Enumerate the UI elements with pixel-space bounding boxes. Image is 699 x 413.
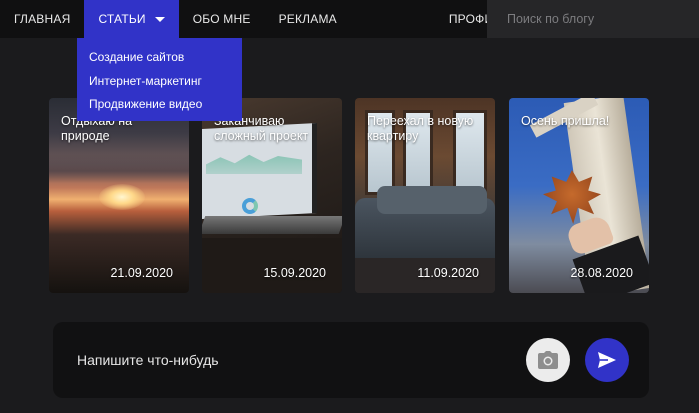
send-button[interactable] <box>585 338 629 382</box>
nav-item-about[interactable]: ОБО МНЕ <box>179 0 265 38</box>
card-date: 21.09.2020 <box>110 266 173 280</box>
articles-dropdown-menu: Создание сайтов Интернет-маркетинг Продв… <box>77 38 242 121</box>
sofa-cushion-image <box>377 186 487 214</box>
nav-item-articles[interactable]: СТАТЬИ <box>84 0 179 38</box>
card-date: 11.09.2020 <box>417 266 479 280</box>
dropdown-item-website-creation[interactable]: Создание сайтов <box>77 46 242 70</box>
dropdown-item-video-promotion[interactable]: Продвижение видео <box>77 93 242 117</box>
post-card-project[interactable]: Заканчиваю сложный проект 15.09.2020 <box>202 98 342 293</box>
post-card-nature[interactable]: Отдыхаю на природе 21.09.2020 <box>49 98 189 293</box>
donut-chart-image <box>242 198 258 214</box>
card-title: Осень пришла! <box>521 114 610 128</box>
dropdown-item-internet-marketing[interactable]: Интернет-маркетинг <box>77 70 242 94</box>
card-date: 28.08.2020 <box>570 266 633 280</box>
sun-image <box>99 184 145 210</box>
chevron-down-icon <box>154 16 165 22</box>
post-card-autumn[interactable]: Осень пришла! 28.08.2020 <box>509 98 649 293</box>
search-input[interactable] <box>487 0 699 38</box>
card-title: Переехал в новую квартиру <box>367 114 474 143</box>
nav-item-home[interactable]: ГЛАВНАЯ <box>0 0 84 38</box>
nav-item-articles-label: СТАТЬИ <box>98 12 146 26</box>
card-date: 15.09.2020 <box>263 266 326 280</box>
card-image-sunset <box>49 153 189 183</box>
attach-photo-button[interactable] <box>526 338 570 382</box>
send-icon <box>598 352 616 368</box>
post-composer <box>53 322 649 398</box>
laptop-base-image <box>202 216 342 234</box>
camera-icon <box>538 351 558 369</box>
post-input[interactable] <box>77 348 497 372</box>
post-card-apartment[interactable]: Переехал в новую квартиру 11.09.2020 <box>355 98 495 293</box>
nav-item-advertising[interactable]: РЕКЛАМА <box>265 0 351 38</box>
